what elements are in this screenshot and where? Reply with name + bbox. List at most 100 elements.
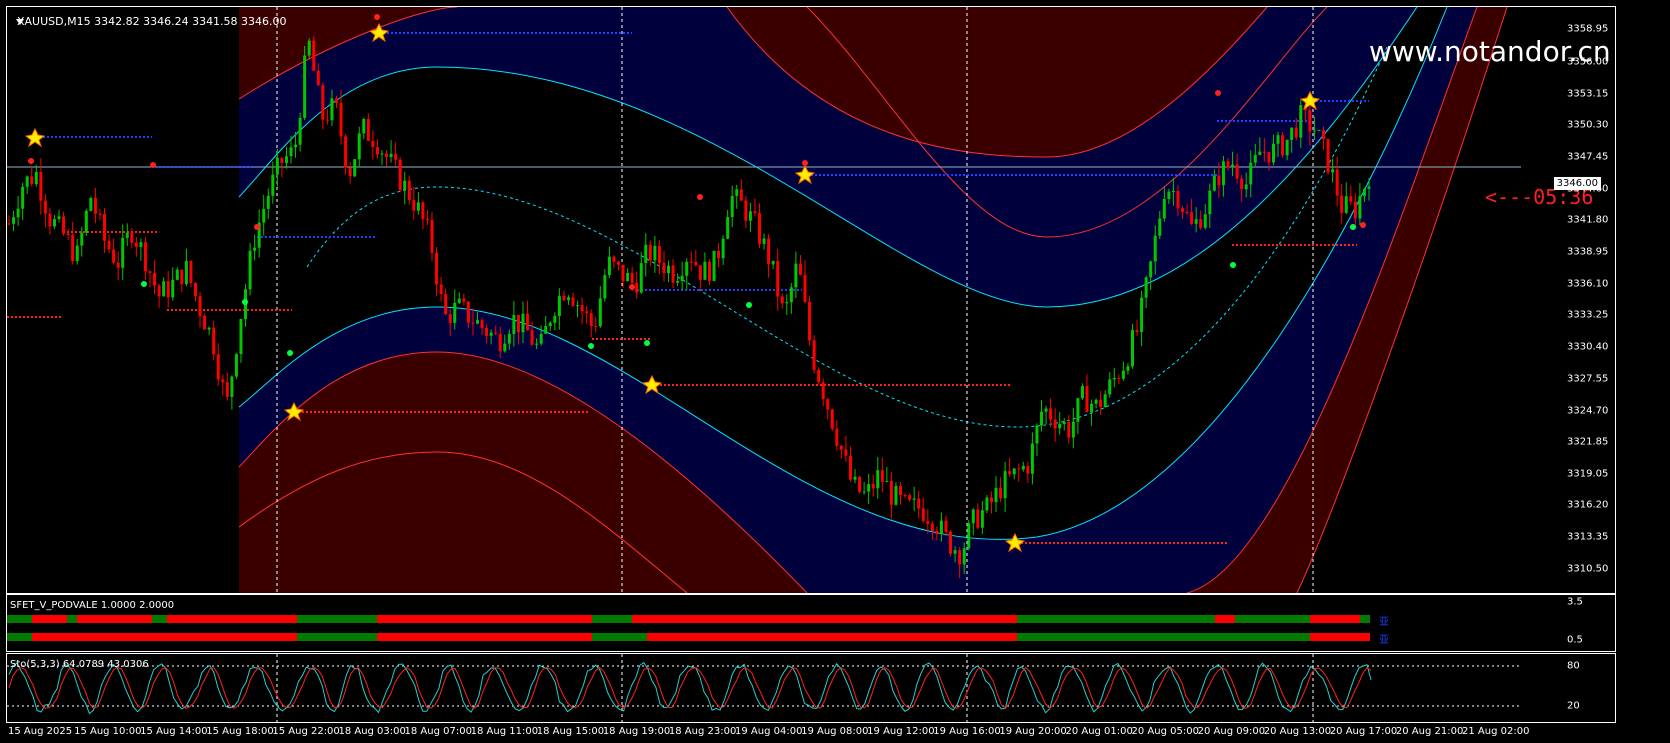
candle-body (607, 256, 611, 276)
candle-body (121, 237, 125, 268)
price-axis-tick: 3350.30 (1567, 119, 1609, 131)
candle-body (557, 295, 561, 316)
candle-body (166, 281, 170, 298)
candle-body (539, 333, 543, 344)
candle-body (689, 261, 693, 263)
candle-body (1190, 212, 1194, 224)
price-axis-tick: 3310.50 (1567, 563, 1609, 575)
price-chart-svg[interactable] (7, 7, 1521, 593)
time-axis-tick: 18 Aug 15:00 (536, 726, 605, 737)
candle-body (389, 153, 393, 158)
candle-body (1344, 196, 1348, 213)
candle-body (926, 521, 930, 524)
candle-body (1053, 419, 1057, 429)
candle-body (1353, 201, 1357, 219)
candle-body (894, 486, 898, 505)
candle-body (744, 200, 748, 221)
candle-body (312, 40, 316, 71)
candle-body (962, 548, 966, 565)
candle-body (298, 117, 302, 145)
stochastic-panel[interactable]: 80 20 (6, 653, 1616, 723)
stochastic-label: Sto(5,3,3) 64.0789 43.0306 (10, 659, 149, 670)
candle-body (1231, 164, 1235, 168)
candle-body (921, 508, 925, 522)
candle-body (1253, 154, 1257, 163)
candle-body (730, 195, 734, 218)
candle-body (1271, 143, 1275, 163)
candle-body (398, 159, 402, 191)
candle-body (821, 382, 825, 400)
stochastic-axis-80: 80 (1567, 660, 1580, 672)
candle-body (1308, 110, 1312, 132)
candle-body (812, 340, 816, 370)
candle-body (662, 262, 666, 274)
candle-body (116, 262, 120, 268)
candle-body (1044, 408, 1048, 412)
candle-body (858, 476, 862, 492)
price-axis-tick: 3338.95 (1567, 246, 1609, 258)
time-axis-tick: 20 Aug 05:00 (1131, 726, 1199, 737)
candle-body (798, 263, 802, 275)
candle-body (1312, 130, 1316, 132)
candle-body (989, 497, 993, 503)
indicator-row-2 (7, 633, 1370, 641)
candle-body (248, 250, 252, 290)
price-chart-panel[interactable]: XAUUSD,M15 3342.82 3346.24 3341.58 3346.… (6, 6, 1616, 594)
candle-body (30, 176, 34, 185)
candle-body (949, 531, 953, 554)
candle-body (380, 153, 384, 155)
candle-body (526, 313, 530, 331)
candle-body (535, 343, 539, 345)
candle-body (503, 343, 507, 352)
indicator-row-1-code: 亚 (1379, 617, 1389, 628)
candle-body (1281, 135, 1285, 156)
candle-body (1008, 471, 1012, 475)
indicator-row-2-code: 亚 (1379, 635, 1389, 646)
price-axis-tick: 3316.20 (1567, 499, 1609, 511)
candle-body (726, 217, 730, 239)
candle-body (1090, 403, 1094, 413)
candle-body (571, 297, 575, 306)
indicator-panel[interactable]: 亚 亚 3.5 0.5 (6, 594, 1616, 652)
time-axis: 15 Aug 2025 15 Aug 10:00 15 Aug 14:00 15 Au… (6, 724, 1616, 742)
candle-body (448, 314, 452, 323)
candle-body (1367, 186, 1371, 189)
candle-body (457, 298, 461, 303)
candle-body (153, 272, 157, 286)
candle-body (80, 232, 84, 246)
candle-body (603, 275, 607, 299)
candle-body (1262, 151, 1266, 153)
candle-body (630, 273, 634, 283)
candle-body (844, 449, 848, 456)
candle-body (475, 320, 479, 324)
candle-body (1226, 161, 1230, 168)
candle-body (644, 244, 648, 264)
candle-body (321, 85, 325, 120)
candle-body (721, 238, 725, 259)
candle-body (371, 140, 375, 148)
candle-body (598, 298, 602, 327)
candle-body (507, 333, 511, 344)
candle-body (958, 550, 962, 565)
candle-body (953, 550, 957, 554)
candle-body (1135, 330, 1139, 332)
candle-body (985, 497, 989, 511)
candle-body (466, 301, 470, 323)
price-axis-tick: 3353.15 (1567, 88, 1609, 100)
candle-body (771, 260, 775, 265)
candle-body (1244, 184, 1248, 190)
candle-body (303, 55, 307, 118)
candle-body (994, 487, 998, 503)
candle-body (553, 315, 557, 323)
candle-body (75, 245, 79, 262)
candle-body (357, 133, 361, 160)
candle-body (43, 200, 47, 214)
candle-body (112, 249, 116, 263)
candle-body (1322, 130, 1326, 139)
candle-body (71, 235, 75, 262)
candle-body (407, 180, 411, 201)
price-axis-tick: 3321.85 (1567, 436, 1609, 448)
time-axis-tick: 15 Aug 18:00 (206, 726, 274, 737)
candle-body (39, 172, 43, 201)
candle-body (1199, 219, 1203, 228)
